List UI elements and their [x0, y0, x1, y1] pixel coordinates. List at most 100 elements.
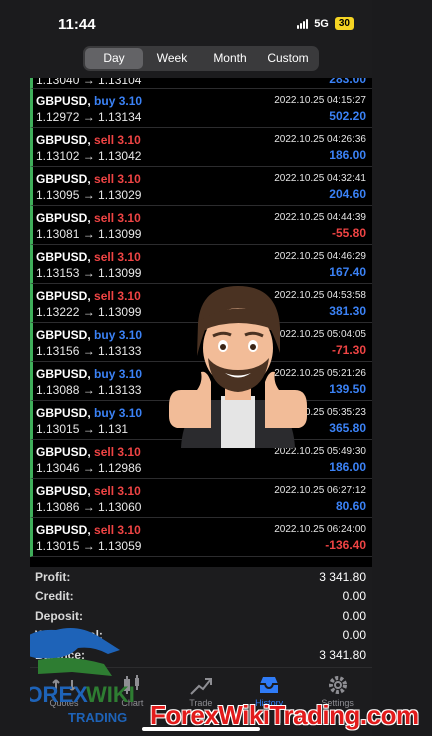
trade-title: GBPUSD, sell 3.10	[36, 445, 141, 459]
trade-datetime: 2022.10.25 04:26:36	[274, 134, 366, 145]
trade-volume: 3.10	[117, 289, 141, 303]
trade-symbol: GBPUSD,	[36, 133, 91, 147]
trade-volume: 3.10	[118, 328, 143, 342]
status-bar: 11:44 5G 30	[30, 0, 372, 40]
trade-volume: 3.10	[118, 94, 143, 108]
trade-row[interactable]: 1.13040 → 1.13104 283.00	[30, 78, 372, 89]
trade-side: buy	[94, 367, 116, 381]
trade-volume: 3.10	[117, 250, 141, 264]
trade-title: GBPUSD, sell 3.10	[36, 133, 141, 147]
trade-volume: 3.10	[117, 211, 141, 225]
trade-datetime: 2022.10.25 06:24:00	[274, 524, 366, 535]
trade-symbol: GBPUSD,	[36, 367, 91, 381]
trade-side: buy	[94, 406, 116, 420]
trade-side: sell	[94, 289, 115, 303]
trade-row[interactable]: GBPUSD, sell 3.10 2022.10.25 04:26:36 1.13…	[30, 128, 372, 167]
summary-value: 3 341.80	[319, 570, 366, 584]
tab-day[interactable]: Day	[85, 48, 143, 69]
trade-profit: 139.50	[329, 382, 366, 396]
trade-prices: 1.13086 → 1.13060	[36, 500, 142, 514]
summary-value: 0.00	[342, 628, 366, 643]
trade-volume: 3.10	[117, 484, 141, 498]
trade-row[interactable]: GBPUSD, sell 3.10 2022.10.25 04:44:39 1.13…	[30, 206, 372, 245]
trade-prices: 1.13153 → 1.13099	[36, 266, 142, 280]
trade-prices: 1.13046 → 1.12986	[36, 461, 142, 475]
trade-prices: 1.13222 → 1.13099	[36, 305, 142, 319]
trade-symbol: GBPUSD,	[36, 445, 91, 459]
trade-profit: -136.40	[325, 538, 366, 552]
trade-profit: 167.40	[329, 265, 366, 279]
trade-datetime: 2022.10.25 04:44:39	[274, 212, 366, 223]
trade-title: GBPUSD, sell 3.10	[36, 250, 141, 264]
trade-side: sell	[94, 484, 115, 498]
summary-label: Profit:	[35, 570, 71, 584]
trade-profit: 186.00	[329, 148, 366, 162]
trade-datetime: 2022.10.25 04:32:41	[274, 173, 366, 184]
watermark-url: ForexWikiTrading.com	[150, 700, 419, 730]
svg-text:TRADING: TRADING	[68, 710, 127, 725]
trade-title: GBPUSD, buy 3.10	[36, 367, 142, 381]
trade-symbol: GBPUSD,	[36, 211, 91, 225]
trade-symbol: GBPUSD,	[36, 484, 91, 498]
trade-profit: 502.20	[329, 109, 366, 123]
trade-row[interactable]: GBPUSD, sell 3.10 2022.10.25 04:32:41 1.13…	[30, 167, 372, 206]
tab-week[interactable]: Week	[143, 48, 201, 69]
trade-profit: 80.60	[335, 499, 366, 513]
forex-wiki-trading-logo: FOREX WIKI TRADING	[30, 628, 135, 725]
trade-profit: 381.30	[329, 304, 366, 318]
trade-datetime: 2022.10.25 04:46:29	[274, 251, 366, 262]
trade-prices: 1.13040 → 1.13104	[36, 78, 142, 87]
trade-symbol: GBPUSD,	[36, 172, 91, 186]
summary-value: 0.00	[342, 608, 366, 623]
trade-volume: 3.10	[117, 172, 141, 186]
trade-row[interactable]: GBPUSD, sell 3.10 2022.10.25 06:24:00 1.13…	[30, 518, 372, 557]
history-icon	[235, 674, 303, 696]
trade-side: sell	[94, 445, 115, 459]
tab-month[interactable]: Month	[201, 48, 259, 69]
trade-side: sell	[94, 523, 115, 537]
trade-volume: 3.10	[117, 133, 141, 147]
trade-prices: 1.13081 → 1.13099	[36, 227, 142, 241]
trade-profit: 365.80	[329, 421, 366, 435]
memoji-thumbs-up-sticker	[169, 286, 307, 448]
trade-prices: 1.13102 → 1.13042	[36, 149, 142, 163]
trade-prices: 1.13015 → 1.131	[36, 422, 129, 436]
trade-icon	[167, 674, 235, 696]
trade-title: GBPUSD, sell 3.10	[36, 523, 141, 537]
trade-volume: 3.10	[118, 367, 143, 381]
trade-title: GBPUSD, buy 3.10	[36, 406, 142, 420]
trade-side: sell	[94, 250, 115, 264]
trade-side: buy	[94, 94, 116, 108]
trade-prices: 1.13156 → 1.13133	[36, 344, 142, 358]
status-indicators: 5G 30	[297, 17, 354, 30]
network-label: 5G	[314, 17, 329, 30]
trade-symbol: GBPUSD,	[36, 289, 91, 303]
trade-title: GBPUSD, sell 3.10	[36, 211, 141, 225]
trade-volume: 3.10	[117, 523, 141, 537]
trade-volume: 3.10	[117, 445, 141, 459]
trade-profit: 204.60	[329, 187, 366, 201]
trade-profit: -55.80	[331, 226, 366, 240]
summary-row: Credit: 0.00	[35, 589, 366, 608]
trade-title: GBPUSD, sell 3.10	[36, 289, 141, 303]
trade-symbol: GBPUSD,	[36, 328, 91, 342]
trade-side: sell	[94, 133, 115, 147]
summary-row: Profit: 3 341.80	[35, 570, 366, 589]
trade-row[interactable]: GBPUSD, buy 3.10 2022.10.25 04:15:27 1.129…	[30, 89, 372, 128]
trade-title: GBPUSD, buy 3.10	[36, 328, 142, 342]
trade-side: sell	[94, 172, 115, 186]
period-segmented-control[interactable]: Day Week Month Custom	[83, 46, 319, 71]
summary-value: 3 341.80	[319, 647, 366, 662]
trade-side: sell	[94, 211, 115, 225]
trade-profit: 186.00	[329, 460, 366, 474]
trade-symbol: GBPUSD,	[36, 250, 91, 264]
clock: 11:44	[58, 16, 96, 33]
trade-symbol: GBPUSD,	[36, 94, 91, 108]
trade-prices: 1.13088 → 1.13133	[36, 383, 142, 397]
phone-screen: 11:44 5G 30 Day Week Month Custom 1.13040 →…	[30, 0, 372, 736]
trade-symbol: GBPUSD,	[36, 406, 91, 420]
trade-title: GBPUSD, sell 3.10	[36, 172, 141, 186]
tab-custom[interactable]: Custom	[259, 48, 317, 69]
trade-row[interactable]: GBPUSD, sell 3.10 2022.10.25 06:27:12 1.13…	[30, 479, 372, 518]
svg-text:FOREX: FOREX	[30, 682, 88, 707]
